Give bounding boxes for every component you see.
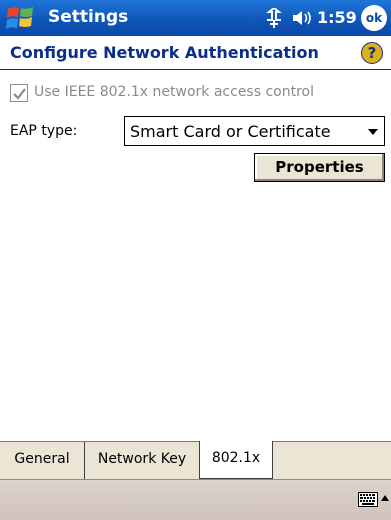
checkmark-icon <box>13 88 26 100</box>
clock[interactable]: 1:59 <box>317 8 357 27</box>
page-header: Configure Network Authentication ? <box>0 36 391 70</box>
help-icon[interactable]: ? <box>361 42 383 64</box>
title-bar: Settings 1:59 ok <box>0 0 391 36</box>
eap-type-label: EAP type: <box>10 123 78 139</box>
volume-icon <box>293 11 311 25</box>
input-menu-arrow-icon[interactable] <box>381 495 389 501</box>
use-8021x-checkbox[interactable] <box>10 84 28 102</box>
properties-button[interactable]: Properties <box>254 153 385 182</box>
windows-flag-icon <box>6 7 33 29</box>
connectivity-button[interactable] <box>263 6 285 28</box>
chevron-down-icon <box>368 129 378 135</box>
menu-bar <box>0 479 391 520</box>
start-button[interactable] <box>4 3 38 33</box>
volume-button[interactable] <box>291 8 313 28</box>
app-title: Settings <box>48 7 129 27</box>
keyboard-icon <box>358 492 378 507</box>
connectivity-icon <box>266 6 282 28</box>
tab-bar: General Network Key 802.1x <box>0 441 391 479</box>
tab-general[interactable]: General <box>0 442 85 479</box>
ok-button[interactable]: ok <box>361 5 387 31</box>
tab-network-key[interactable]: Network Key <box>85 442 200 479</box>
use-8021x-label: Use IEEE 802.1x network access control <box>34 84 314 100</box>
tab-8021x[interactable]: 802.1x <box>199 441 273 479</box>
keyboard-button[interactable] <box>358 492 378 507</box>
eap-type-value: Smart Card or Certificate <box>130 122 331 141</box>
eap-type-select[interactable]: Smart Card or Certificate <box>124 116 385 146</box>
page-title: Configure Network Authentication <box>10 43 319 62</box>
